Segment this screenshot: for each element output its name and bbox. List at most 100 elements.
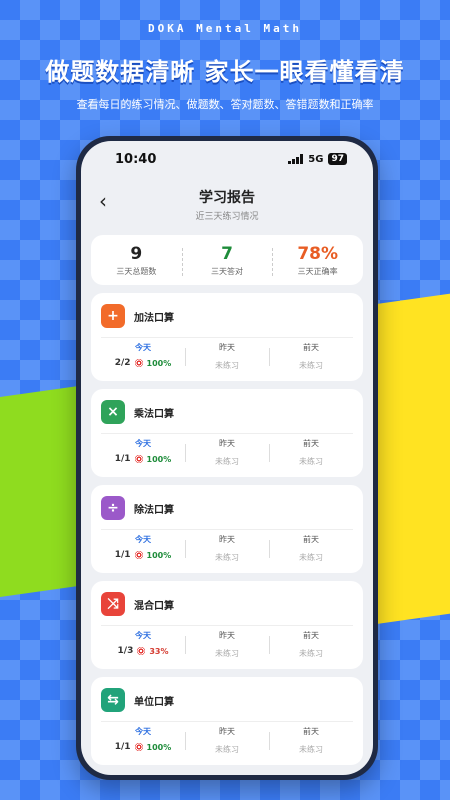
card-divider [101,337,353,338]
not-practiced-label: 未练习 [299,361,323,370]
day-columns: 今天 1/1 100% 昨天 未练习 前天 未练习 [101,534,353,563]
day-yesterday: 昨天 未练习 [185,438,269,467]
score-value: 2/2 [114,358,131,368]
accuracy-rate: 33% [149,646,169,656]
not-practiced-label: 未练习 [299,745,323,754]
summary-stat: 9 三天总题数 [91,244,182,277]
day-today: 今天 1/1 100% [101,726,185,755]
day-label: 前天 [303,727,319,736]
day-today: 今天 1/1 100% [101,534,185,563]
summary-stat: 78% 三天正确率 [272,244,363,277]
report-cards: + 加法口算 今天 2/2 100% 昨天 未练习 前天 未练习 × 乘法口算 今天 1/1 100% 昨天… [81,285,373,765]
not-practiced-label: 未练习 [215,649,239,658]
report-card[interactable]: ⤨ 混合口算 今天 1/3 33% 昨天 未练习 前天 未练习 [91,581,363,669]
day-before: 前天 未练习 [269,438,353,467]
not-practiced-label: 未练习 [215,553,239,562]
day-label: 前天 [303,439,319,448]
summary-stat: 7 三天答对 [181,243,273,277]
card-divider [101,529,353,530]
brand-label: DOKA Mental Math [148,22,302,35]
battery-icon: 97 [328,153,347,165]
card-title: 单位口算 [134,696,174,708]
day-before: 前天 未练习 [269,534,353,563]
summary-panel: 9 三天总题数 7 三天答对 78% 三天正确率 [91,235,363,285]
status-time: 10:40 [115,151,157,167]
score-value: 1/3 [117,646,134,656]
day-label: 今天 [135,439,151,448]
divide-icon: ÷ [101,496,125,520]
phone-frame: 10:40 5G 97 ‹ 学习报告 近三天练习情况 9 三天总题数 7 三天答对 78… [76,136,378,780]
day-label: 前天 [303,535,319,544]
report-card[interactable]: × 乘法口算 今天 1/1 100% 昨天 未练习 前天 未练习 [91,389,363,477]
not-practiced-label: 未练习 [215,457,239,466]
summary-value: 78% [297,243,339,264]
card-title: 乘法口算 [134,408,174,420]
day-yesterday: 昨天 未练习 [185,342,269,371]
card-header: ÷ 除法口算 [101,495,353,521]
day-today: 今天 1/1 100% [101,438,185,467]
day-label: 昨天 [219,439,235,448]
swap-icon: ⇆ [101,688,125,712]
day-label: 今天 [135,343,151,352]
multiply-icon: × [101,400,125,424]
target-icon [134,743,143,751]
target-icon [134,551,143,559]
summary-label: 三天总题数 [116,266,157,276]
today-result: 1/1 100% [101,550,185,560]
today-result: 2/2 100% [101,358,185,368]
shuffle-icon: ⤨ [101,592,125,616]
today-result: 1/1 100% [101,742,185,752]
target-icon [137,647,146,655]
plus-icon: + [101,304,125,328]
day-label: 今天 [135,535,151,544]
day-label: 昨天 [219,343,235,352]
day-label: 今天 [135,631,151,640]
day-label: 昨天 [219,535,235,544]
card-header: + 加法口算 [101,303,353,329]
day-today: 今天 2/2 100% [101,342,185,371]
status-bar: 10:40 5G 97 [81,141,373,177]
day-before: 前天 未练习 [269,630,353,659]
card-divider [101,433,353,434]
day-yesterday: 昨天 未练习 [185,726,269,755]
report-card[interactable]: + 加法口算 今天 2/2 100% 昨天 未练习 前天 未练习 [91,293,363,381]
nav-bar: ‹ 学习报告 近三天练习情况 [81,177,373,227]
promo-headline: 做题数据清晰 家长一眼看懂看清 [45,58,405,86]
report-card[interactable]: ⇆ 单位口算 今天 1/1 100% 昨天 未练习 前天 未练习 [91,677,363,765]
not-practiced-label: 未练习 [215,361,239,370]
signal-icon [288,154,304,164]
day-yesterday: 昨天 未练习 [185,630,269,659]
accuracy-rate: 100% [146,742,172,752]
summary-label: 三天正确率 [297,266,338,276]
card-title: 除法口算 [134,504,174,516]
today-result: 1/3 33% [101,646,185,656]
day-today: 今天 1/3 33% [101,630,185,659]
card-title: 混合口算 [134,600,174,612]
not-practiced-label: 未练习 [299,553,323,562]
not-practiced-label: 未练习 [299,649,323,658]
page-title: 学习报告 [199,190,255,206]
day-before: 前天 未练习 [269,726,353,755]
day-before: 前天 未练习 [269,342,353,371]
accuracy-rate: 100% [146,454,172,464]
day-label: 前天 [303,631,319,640]
score-value: 1/1 [114,550,131,560]
summary-value: 9 [130,243,143,264]
target-icon [134,455,143,463]
target-icon [134,359,143,367]
not-practiced-label: 未练习 [215,745,239,754]
accuracy-rate: 100% [146,358,172,368]
score-value: 1/1 [114,742,131,752]
chevron-left-icon[interactable]: ‹ [99,189,107,213]
card-header: ⇆ 单位口算 [101,687,353,713]
app-screen: 10:40 5G 97 ‹ 学习报告 近三天练习情况 9 三天总题数 7 三天答对 78… [81,141,373,775]
score-value: 1/1 [114,454,131,464]
card-header: ⤨ 混合口算 [101,591,353,617]
card-divider [101,721,353,722]
report-card[interactable]: ÷ 除法口算 今天 1/1 100% 昨天 未练习 前天 未练习 [91,485,363,573]
network-label: 5G [308,153,324,165]
not-practiced-label: 未练习 [299,457,323,466]
day-label: 前天 [303,343,319,352]
summary-value: 7 [221,243,233,264]
day-label: 昨天 [219,727,235,736]
